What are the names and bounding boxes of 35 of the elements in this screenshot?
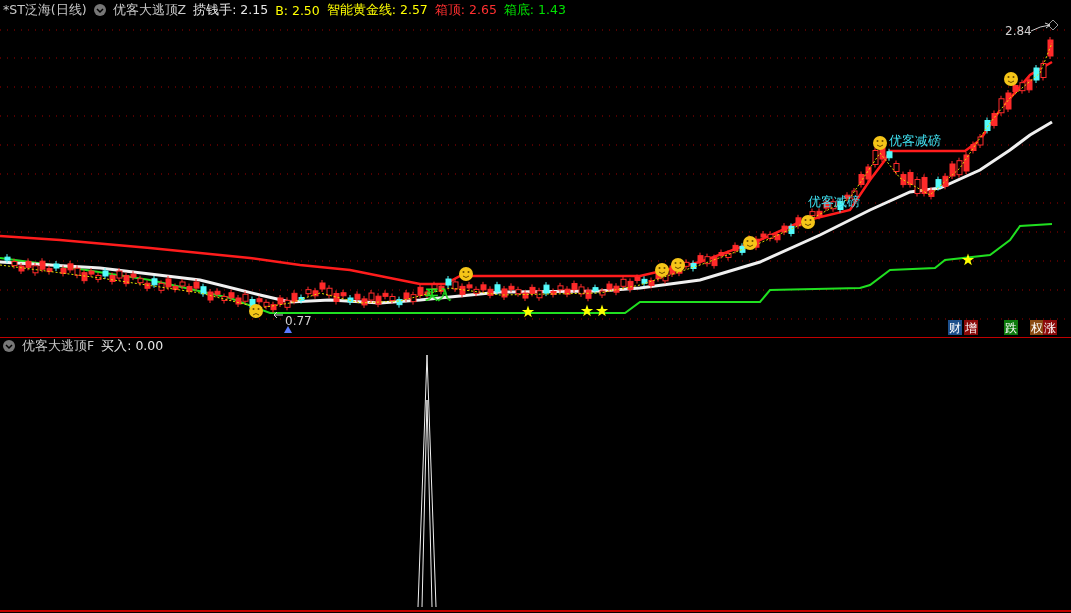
dropdown-icon[interactable] <box>93 4 106 16</box>
arrow-icon <box>273 311 284 319</box>
event-badge[interactable]: 涨 <box>1043 320 1057 335</box>
settings-diamond-icon[interactable] <box>1047 20 1059 31</box>
event-badge[interactable]: 财 <box>948 320 962 335</box>
event-badge[interactable]: 权 <box>1030 320 1044 335</box>
indicator-reading: 买入: 0.00 <box>101 337 164 355</box>
smiley-icon <box>801 215 815 229</box>
indicator-reading: B: 2.50 <box>275 2 320 18</box>
star-icon <box>595 304 609 317</box>
triangle-icon <box>284 326 292 333</box>
signal-label: 优客减磅 <box>889 133 941 148</box>
indicator-name: 优客大逃顶F <box>22 337 95 355</box>
frowning-face-icon <box>249 304 263 318</box>
price-label: 2.84 <box>1005 24 1032 38</box>
price-label: 0.77 <box>285 314 312 328</box>
indicator-reading: 智能黄金线: 2.57 <box>326 1 428 19</box>
star-icon <box>580 304 594 317</box>
smiley-icon <box>873 136 887 150</box>
smiley-icon <box>1004 72 1018 86</box>
dropdown-icon[interactable] <box>3 340 15 352</box>
smiley-icon <box>655 263 669 277</box>
smiley-icon <box>671 258 685 272</box>
arrow-icon <box>1030 22 1051 32</box>
star-icon <box>521 305 535 318</box>
smiley-icon <box>459 267 473 281</box>
indicator-name: 优客大逃顶Z <box>112 1 187 19</box>
chart-title: *ST泛海(日线) <box>3 1 87 19</box>
smiley-icon <box>743 236 757 250</box>
indicator-reading: 捞钱手: 2.15 <box>193 1 269 19</box>
indicator-reading: 箱顶: 2.65 <box>434 1 497 19</box>
star-icon <box>961 253 975 266</box>
event-badge[interactable]: 跌 <box>1004 320 1018 335</box>
event-badge[interactable]: 增 <box>964 320 978 335</box>
indicator-reading: 箱底: 1.43 <box>503 1 566 19</box>
